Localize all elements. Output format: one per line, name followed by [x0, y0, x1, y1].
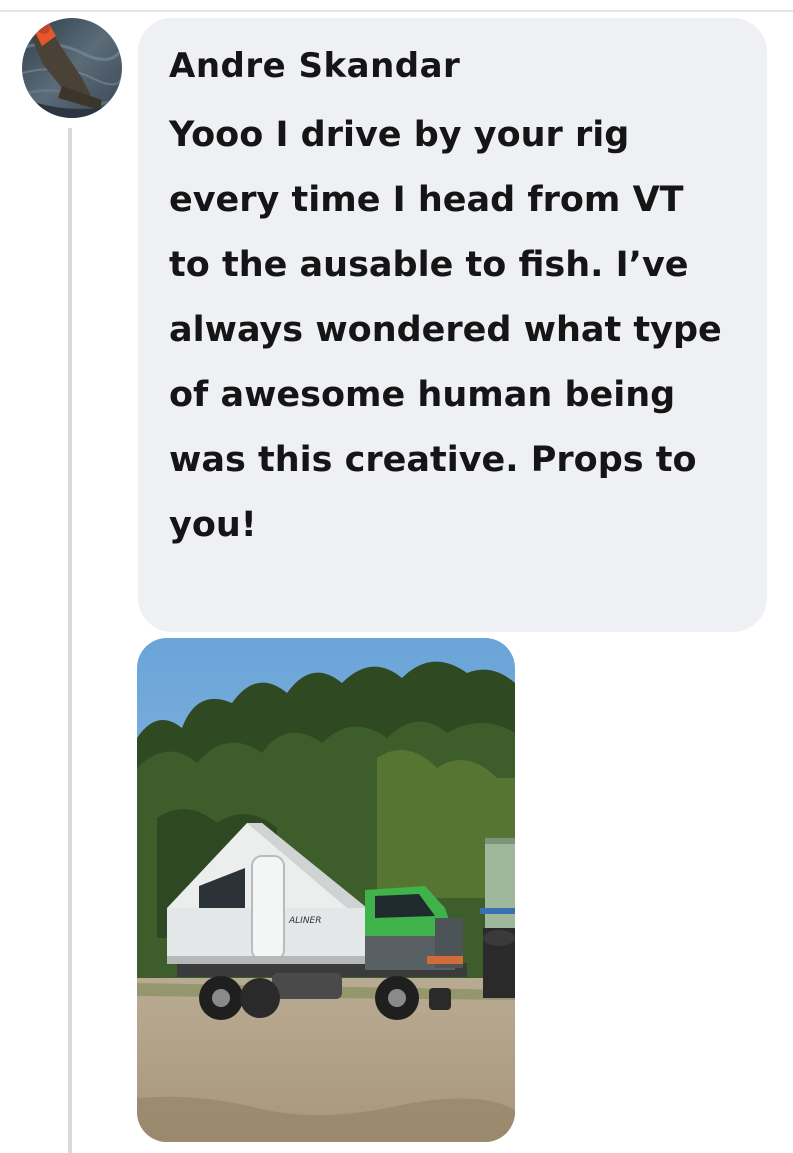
avatar[interactable] — [22, 18, 122, 118]
reply-thread-line — [68, 128, 72, 1153]
comment-bubble: Andre Skandar Yooo I drive by your rig e… — [138, 18, 767, 632]
top-divider — [0, 10, 793, 12]
comment-author[interactable]: Andre Skandar — [169, 44, 737, 88]
camper-decal: ALINER — [288, 916, 322, 926]
comment-text: Yooo I drive by your rig every time I he… — [169, 115, 722, 545]
photo-attachment[interactable]: ALINER — [137, 638, 515, 1142]
truck-camper-photo: ALINER — [137, 638, 515, 1142]
avatar-photo — [22, 18, 122, 118]
